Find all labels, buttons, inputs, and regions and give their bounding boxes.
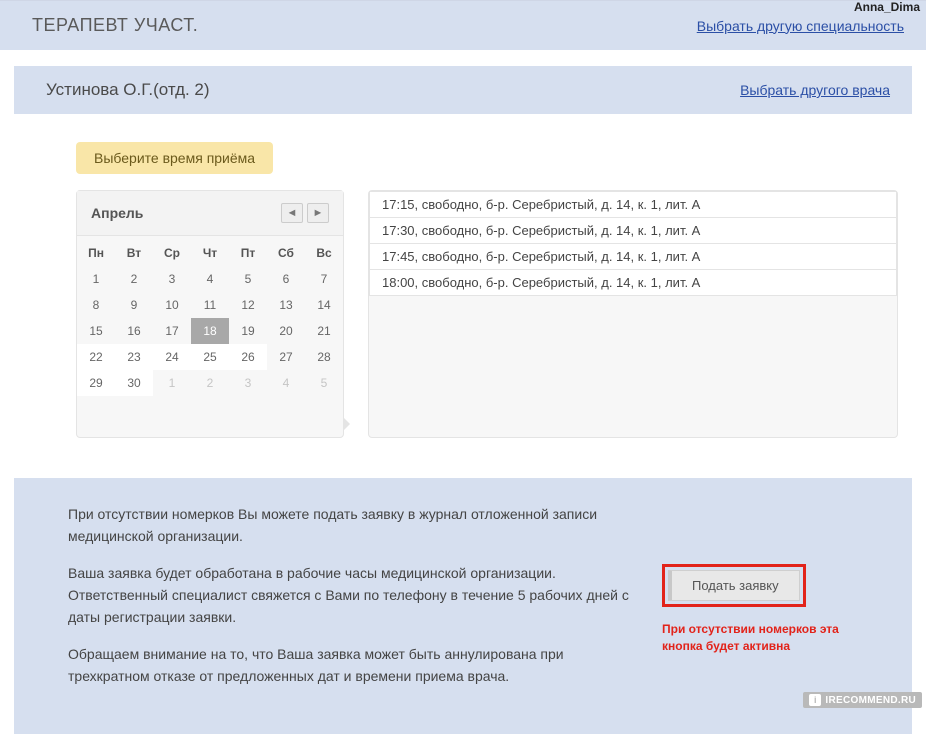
weekday-header: Вт [115,236,153,266]
specialty-title: ТЕРАПЕВТ УЧАСТ. [32,15,198,36]
specialty-bar: ТЕРАПЕВТ УЧАСТ. Выбрать другую специальн… [0,0,926,50]
calendar-table: ПнВтСрЧтПтСбВс 1234567891011121314151617… [77,236,343,396]
calendar-day[interactable]: 15 [77,318,115,344]
calendar-day[interactable]: 18 [191,318,229,344]
prev-month-button[interactable]: ◄ [281,203,303,223]
username-label: Anna_Dima [854,0,920,14]
calendar-day[interactable]: 20 [267,318,305,344]
next-month-button[interactable]: ► [307,203,329,223]
calendar-panel: Апрель ◄ ► ПнВтСрЧтПтСбВс 12345678910111… [76,190,344,438]
calendar-day: 4 [267,370,305,396]
calendar-day[interactable]: 26 [229,344,267,370]
calendar-day[interactable]: 5 [229,266,267,292]
submit-note: При отсутствии номерков эта кнопка будет… [662,621,882,655]
calendar-day[interactable]: 11 [191,292,229,318]
change-specialty-link[interactable]: Выбрать другую специальность [697,18,904,34]
content-area: Выберите время приёма Апрель ◄ ► ПнВтСрЧ… [14,128,912,456]
calendar-day[interactable]: 27 [267,344,305,370]
application-paragraph: При отсутствии номерков Вы можете подать… [68,504,632,547]
month-label: Апрель [91,205,143,221]
calendar-day[interactable]: 13 [267,292,305,318]
time-slot[interactable]: 18:00, свободно, б-р. Серебристый, д. 14… [369,270,897,296]
calendar-day[interactable]: 1 [77,266,115,292]
application-box: При отсутствии номерков Вы можете подать… [14,478,912,734]
calendar-nav: ◄ ► [281,203,329,223]
calendar-day[interactable]: 25 [191,344,229,370]
calendar-day[interactable]: 4 [191,266,229,292]
application-action: Подать заявку При отсутствии номерков эт… [662,504,882,655]
doctor-name: Устинова О.Г.(отд. 2) [46,80,210,100]
calendar-day[interactable]: 7 [305,266,343,292]
weekday-header: Вс [305,236,343,266]
calendar-day[interactable]: 23 [115,344,153,370]
weekday-header: Пт [229,236,267,266]
calendar-day[interactable]: 3 [153,266,191,292]
calendar-day[interactable]: 14 [305,292,343,318]
calendar-day[interactable]: 6 [267,266,305,292]
submit-application-button[interactable]: Подать заявку [668,570,800,601]
calendar-day[interactable]: 30 [115,370,153,396]
time-slot[interactable]: 17:15, свободно, б-р. Серебристый, д. 14… [369,191,897,218]
calendar-day: 1 [153,370,191,396]
calendar-day: 2 [191,370,229,396]
calendar-day[interactable]: 16 [115,318,153,344]
calendar-day[interactable]: 8 [77,292,115,318]
weekday-header: Пн [77,236,115,266]
info-icon: i [809,694,821,706]
calendar-pointer-icon [343,417,350,431]
panels-row: Апрель ◄ ► ПнВтСрЧтПтСбВс 12345678910111… [76,190,898,438]
pick-time-badge: Выберите время приёма [76,142,273,174]
application-paragraph: Обращаем внимание на то, что Ваша заявка… [68,644,632,687]
weekday-header: Чт [191,236,229,266]
doctor-bar: Устинова О.Г.(отд. 2) Выбрать другого вр… [14,66,912,114]
application-text: При отсутствии номерков Вы можете подать… [68,504,632,704]
calendar-day[interactable]: 10 [153,292,191,318]
calendar-day[interactable]: 21 [305,318,343,344]
change-doctor-link[interactable]: Выбрать другого врача [740,82,890,98]
calendar-day[interactable]: 19 [229,318,267,344]
calendar-day[interactable]: 9 [115,292,153,318]
calendar-day: 5 [305,370,343,396]
calendar-day: 3 [229,370,267,396]
calendar-day[interactable]: 17 [153,318,191,344]
submit-highlight-box: Подать заявку [662,564,806,607]
slots-panel: 17:15, свободно, б-р. Серебристый, д. 14… [368,190,898,438]
calendar-header: Апрель ◄ ► [77,191,343,236]
calendar-day[interactable]: 29 [77,370,115,396]
weekday-header: Сб [267,236,305,266]
calendar-day[interactable]: 28 [305,344,343,370]
calendar-day[interactable]: 22 [77,344,115,370]
time-slot[interactable]: 17:30, свободно, б-р. Серебристый, д. 14… [369,218,897,244]
calendar-day[interactable]: 24 [153,344,191,370]
time-slot[interactable]: 17:45, свободно, б-р. Серебристый, д. 14… [369,244,897,270]
watermark: i IRECOMMEND.RU [803,692,922,708]
calendar-day[interactable]: 12 [229,292,267,318]
watermark-text: IRECOMMEND.RU [825,695,916,706]
weekday-header: Ср [153,236,191,266]
application-paragraph: Ваша заявка будет обработана в рабочие ч… [68,563,632,628]
calendar-day[interactable]: 2 [115,266,153,292]
